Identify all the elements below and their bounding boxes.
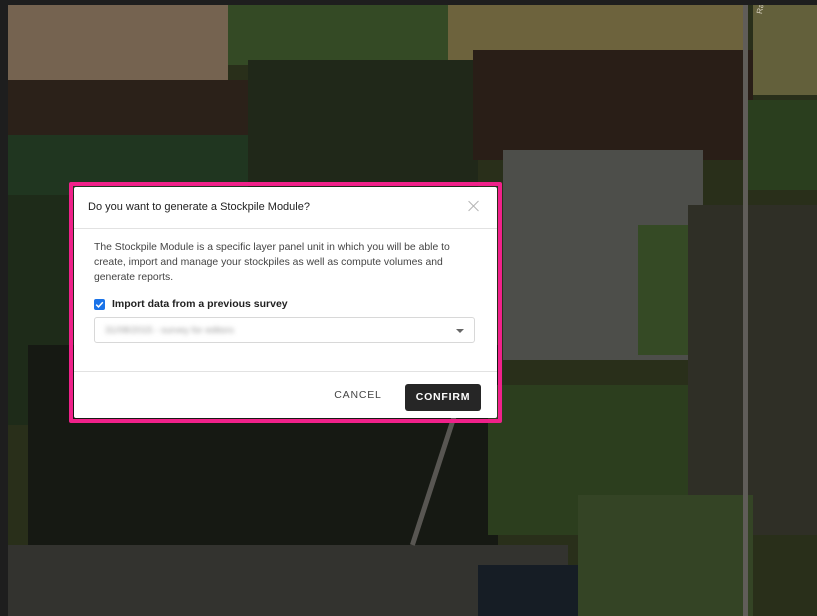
dropdown-arrow-icon [456,329,464,333]
survey-select-value: 31/08/2015 - survey for editors [105,325,234,336]
close-icon[interactable] [467,199,481,213]
dialog-description: The Stockpile Module is a specific layer… [94,242,450,283]
footer-divider [74,371,497,372]
confirm-button[interactable]: CONFIRM [405,384,481,411]
survey-select[interactable]: 31/08/2015 - survey for editors [94,317,475,343]
import-checkbox-label[interactable]: Import data from a previous survey [112,298,288,310]
stockpile-module-dialog: Do you want to generate a Stockpile Modu… [74,187,497,418]
dialog-title: Do you want to generate a Stockpile Modu… [88,201,310,213]
title-divider [74,228,497,229]
cancel-button[interactable]: CANCEL [326,383,390,407]
import-checkbox[interactable] [94,299,105,310]
checkmark-icon [95,301,104,308]
